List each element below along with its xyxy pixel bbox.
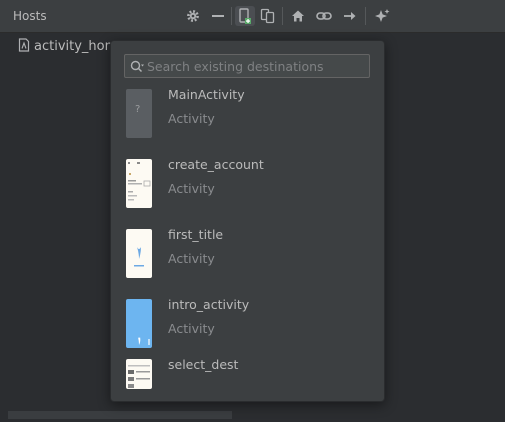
- toolbar-separator: [231, 7, 232, 25]
- toolbar-separator: [282, 7, 283, 25]
- home-icon[interactable]: [288, 6, 308, 26]
- destination-type: Activity: [168, 181, 215, 196]
- destination-type: Activity: [168, 321, 215, 336]
- horizontal-scrollbar[interactable]: [8, 411, 232, 419]
- list-layout-preview: [126, 359, 152, 389]
- destination-name: select_dest: [168, 359, 239, 372]
- toolbar-separator: [365, 7, 366, 25]
- minimize-icon[interactable]: [208, 6, 228, 26]
- search-input[interactable]: [147, 58, 357, 74]
- form-layout-preview: [126, 159, 152, 208]
- layout-file-icon: [18, 37, 30, 56]
- destination-item-first-title[interactable]: first_title Activity: [111, 227, 384, 295]
- destination-name: MainActivity: [168, 87, 245, 102]
- destination-item-intro-activity[interactable]: intro_activity Activity: [111, 297, 384, 365]
- link-icon[interactable]: [314, 6, 334, 26]
- panel-title: Hosts: [13, 9, 47, 23]
- destination-popup: ? MainActivity Activity create_account A…: [110, 40, 385, 402]
- destination-name: create_account: [168, 157, 264, 172]
- destination-name: first_title: [168, 227, 224, 242]
- arrow-right-icon[interactable]: [340, 6, 360, 26]
- gear-icon[interactable]: [183, 6, 203, 26]
- title-layout-preview: [126, 229, 152, 278]
- destination-item-create-account[interactable]: create_account Activity: [111, 157, 384, 225]
- host-item[interactable]: activity_hom: [18, 37, 117, 56]
- blue-layout-preview: [126, 299, 152, 348]
- destination-item-mainactivity[interactable]: ? MainActivity Activity: [111, 87, 384, 155]
- destination-item-select-dest[interactable]: select_dest: [111, 359, 384, 401]
- placeholder-preview: ?: [126, 89, 152, 138]
- host-label: activity_hom: [34, 39, 118, 54]
- hosts-toolbar: Hosts: [0, 0, 505, 33]
- nested-graph-icon[interactable]: [258, 6, 278, 26]
- auto-arrange-icon[interactable]: [372, 6, 392, 26]
- destination-type: Activity: [168, 111, 215, 126]
- destination-type: Activity: [168, 251, 215, 266]
- new-destination-icon[interactable]: [235, 6, 255, 26]
- search-icon: [130, 60, 145, 73]
- search-field: [124, 54, 370, 78]
- destination-name: intro_activity: [168, 297, 250, 312]
